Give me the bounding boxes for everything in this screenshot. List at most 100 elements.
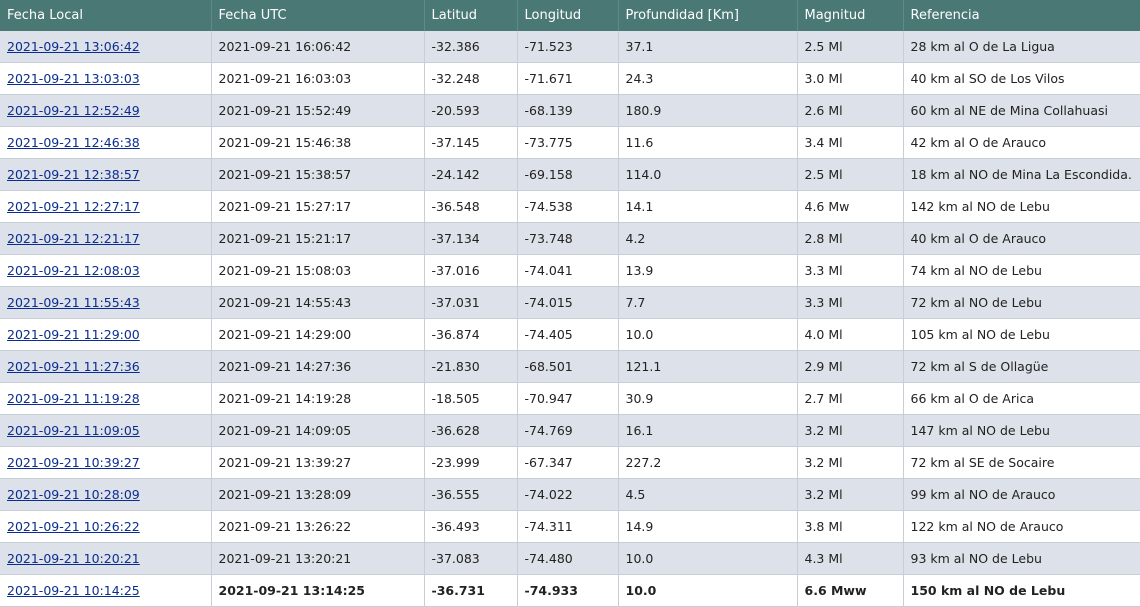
cell-latitud: -20.593 [424,94,518,127]
cell-referencia: 150 km al NO de Lebu [903,574,1140,607]
cell-longitud: -74.405 [517,318,619,351]
cell-fecha-local: 2021-09-21 11:09:05 [0,414,212,447]
cell-latitud: -32.248 [424,62,518,95]
header-magnitud: Magnitud [797,0,904,31]
cell-profundidad: 10.0 [618,318,798,351]
cell-fecha-local: 2021-09-21 11:19:28 [0,382,212,415]
cell-profundidad: 4.5 [618,478,798,511]
cell-referencia: 142 km al NO de Lebu [903,190,1140,223]
cell-profundidad: 121.1 [618,350,798,383]
header-referencia: Referencia [903,0,1140,31]
table-row: 2021-09-21 12:38:57 2021-09-21 15:38:57 -2… [0,158,1140,191]
cell-profundidad: 11.6 [618,126,798,159]
cell-latitud: -37.016 [424,254,518,287]
cell-fecha-local: 2021-09-21 10:14:25 [0,574,212,607]
cell-magnitud: 2.9 Ml [797,350,904,383]
event-link[interactable]: 2021-09-21 11:09:05 [7,423,140,438]
header-fecha-local: Fecha Local [0,0,212,31]
cell-referencia: 40 km al O de Arauco [903,222,1140,255]
cell-profundidad: 10.0 [618,574,798,607]
event-link[interactable]: 2021-09-21 12:52:49 [7,103,140,118]
cell-longitud: -68.139 [517,94,619,127]
table-row: 2021-09-21 13:03:03 2021-09-21 16:03:03 -3… [0,62,1140,95]
cell-referencia: 105 km al NO de Lebu [903,318,1140,351]
table-row: 2021-09-21 12:21:17 2021-09-21 15:21:17 -3… [0,222,1140,255]
table-row: 2021-09-21 10:20:21 2021-09-21 13:20:21 -3… [0,542,1140,575]
cell-profundidad: 16.1 [618,414,798,447]
cell-referencia: 18 km al NO de Mina La Escondida. [903,158,1140,191]
cell-fecha-utc: 2021-09-21 14:19:28 [211,382,425,415]
header-profundidad: Profundidad [Km] [618,0,798,31]
event-link[interactable]: 2021-09-21 10:20:21 [7,551,140,566]
cell-latitud: -37.083 [424,542,518,575]
cell-magnitud: 3.4 Ml [797,126,904,159]
cell-fecha-utc: 2021-09-21 16:03:03 [211,62,425,95]
event-link[interactable]: 2021-09-21 11:19:28 [7,391,140,406]
cell-latitud: -36.874 [424,318,518,351]
cell-latitud: -36.731 [424,574,518,607]
cell-longitud: -73.775 [517,126,619,159]
event-link[interactable]: 2021-09-21 12:08:03 [7,263,140,278]
cell-magnitud: 2.7 Ml [797,382,904,415]
cell-fecha-utc: 2021-09-21 13:14:25 [211,574,425,607]
cell-referencia: 40 km al SO de Los Vilos [903,62,1140,95]
cell-referencia: 122 km al NO de Arauco [903,510,1140,543]
table-row: 2021-09-21 10:26:22 2021-09-21 13:26:22 -3… [0,510,1140,543]
cell-longitud: -68.501 [517,350,619,383]
cell-fecha-utc: 2021-09-21 15:08:03 [211,254,425,287]
cell-referencia: 72 km al SE de Socaire [903,446,1140,479]
event-link[interactable]: 2021-09-21 11:55:43 [7,295,140,310]
table-body: 2021-09-21 13:06:42 2021-09-21 16:06:42 -3… [0,31,1140,607]
event-link[interactable]: 2021-09-21 10:14:25 [7,583,140,598]
cell-referencia: 42 km al O de Arauco [903,126,1140,159]
cell-fecha-local: 2021-09-21 12:52:49 [0,94,212,127]
cell-referencia: 93 km al NO de Lebu [903,542,1140,575]
event-link[interactable]: 2021-09-21 11:29:00 [7,327,140,342]
event-link[interactable]: 2021-09-21 12:46:38 [7,135,140,150]
cell-latitud: -23.999 [424,446,518,479]
cell-latitud: -24.142 [424,158,518,191]
table-row: 2021-09-21 12:08:03 2021-09-21 15:08:03 -3… [0,254,1140,287]
event-link[interactable]: 2021-09-21 10:28:09 [7,487,140,502]
cell-magnitud: 4.0 Ml [797,318,904,351]
cell-profundidad: 227.2 [618,446,798,479]
table-row: 2021-09-21 11:27:36 2021-09-21 14:27:36 -2… [0,350,1140,383]
cell-fecha-local: 2021-09-21 10:20:21 [0,542,212,575]
table-row: 2021-09-21 10:14:25 2021-09-21 13:14:25 -3… [0,574,1140,607]
event-link[interactable]: 2021-09-21 13:03:03 [7,71,140,86]
cell-fecha-local: 2021-09-21 10:26:22 [0,510,212,543]
cell-longitud: -71.671 [517,62,619,95]
cell-latitud: -36.628 [424,414,518,447]
cell-magnitud: 3.2 Ml [797,478,904,511]
cell-fecha-local: 2021-09-21 10:39:27 [0,446,212,479]
header-latitud: Latitud [424,0,518,31]
event-link[interactable]: 2021-09-21 11:27:36 [7,359,140,374]
cell-magnitud: 3.2 Ml [797,414,904,447]
cell-referencia: 147 km al NO de Lebu [903,414,1140,447]
cell-longitud: -74.311 [517,510,619,543]
event-link[interactable]: 2021-09-21 10:26:22 [7,519,140,534]
cell-longitud: -70.947 [517,382,619,415]
table-row: 2021-09-21 10:28:09 2021-09-21 13:28:09 -3… [0,478,1140,511]
event-link[interactable]: 2021-09-21 13:06:42 [7,39,140,54]
table-row: 2021-09-21 12:52:49 2021-09-21 15:52:49 -2… [0,94,1140,127]
event-link[interactable]: 2021-09-21 12:38:57 [7,167,140,182]
event-link[interactable]: 2021-09-21 10:39:27 [7,455,140,470]
cell-fecha-local: 2021-09-21 10:28:09 [0,478,212,511]
cell-fecha-utc: 2021-09-21 14:29:00 [211,318,425,351]
cell-magnitud: 2.5 Ml [797,158,904,191]
cell-fecha-utc: 2021-09-21 15:46:38 [211,126,425,159]
cell-fecha-utc: 2021-09-21 15:52:49 [211,94,425,127]
cell-latitud: -37.031 [424,286,518,319]
cell-fecha-utc: 2021-09-21 13:39:27 [211,446,425,479]
cell-longitud: -74.041 [517,254,619,287]
cell-fecha-local: 2021-09-21 12:08:03 [0,254,212,287]
event-link[interactable]: 2021-09-21 12:27:17 [7,199,140,214]
cell-referencia: 74 km al NO de Lebu [903,254,1140,287]
cell-longitud: -74.769 [517,414,619,447]
cell-latitud: -36.548 [424,190,518,223]
event-link[interactable]: 2021-09-21 12:21:17 [7,231,140,246]
cell-magnitud: 3.8 Ml [797,510,904,543]
cell-longitud: -74.022 [517,478,619,511]
cell-profundidad: 10.0 [618,542,798,575]
